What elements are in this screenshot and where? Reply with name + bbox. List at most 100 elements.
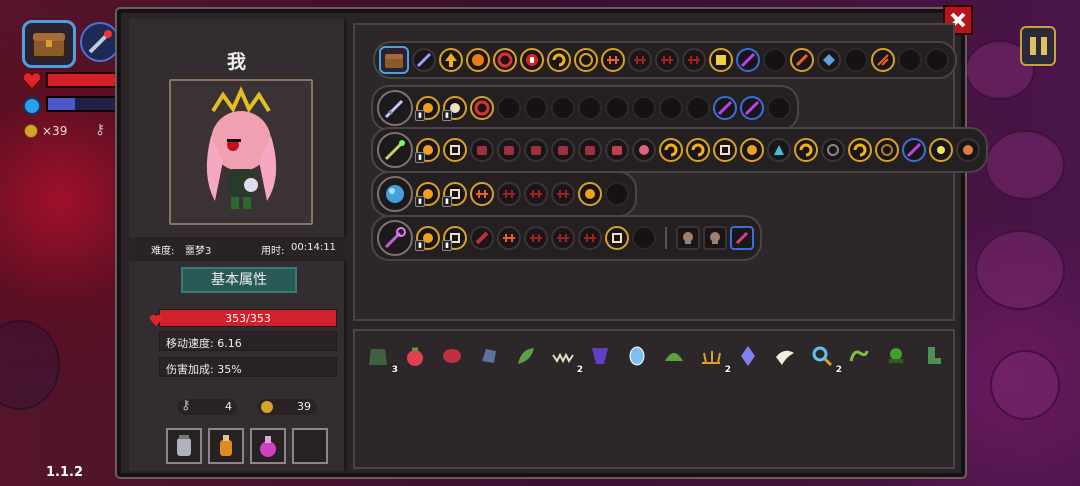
tab-basic-attributes[interactable]: 基本属性: [181, 267, 297, 293]
skill-icon[interactable]: [547, 48, 571, 72]
empty-slot[interactable]: [578, 96, 602, 120]
skill-icon[interactable]: [524, 226, 548, 250]
skill-icon[interactable]: [524, 182, 548, 206]
inventory-slot[interactable]: [250, 428, 286, 464]
skill-icon[interactable]: [524, 138, 548, 162]
item-berry-icon[interactable]: [400, 341, 430, 371]
inventory-chest-button[interactable]: [22, 20, 76, 68]
skill-icon[interactable]: [790, 48, 814, 72]
skill-icon[interactable]: [578, 182, 602, 206]
skill-icon[interactable]: ▮: [442, 226, 467, 251]
skill-icon[interactable]: [767, 138, 791, 162]
skill-icon[interactable]: [713, 96, 737, 120]
empty-slot[interactable]: [659, 96, 683, 120]
skill-icon[interactable]: [871, 48, 895, 72]
item-helmet-icon[interactable]: [659, 341, 689, 371]
skill-icon[interactable]: [551, 226, 575, 250]
skill-icon[interactable]: [817, 48, 841, 72]
empty-slot[interactable]: [632, 96, 656, 120]
skill-icon[interactable]: [470, 182, 494, 206]
skill-icon[interactable]: [682, 48, 706, 72]
empty-slot[interactable]: [898, 48, 922, 72]
skill-icon[interactable]: [730, 226, 754, 250]
skill-icon[interactable]: [574, 48, 598, 72]
skill-icon[interactable]: [902, 138, 926, 162]
skill-icon[interactable]: [605, 226, 629, 250]
skill-icon[interactable]: ▮: [415, 138, 440, 163]
skill-icon[interactable]: [736, 48, 760, 72]
skill-icon[interactable]: [740, 138, 764, 162]
skill-icon[interactable]: [632, 138, 656, 162]
skill-icon[interactable]: [821, 138, 845, 162]
skill-icon[interactable]: [470, 96, 494, 120]
empty-slot[interactable]: [524, 96, 548, 120]
skill-icon[interactable]: ▮: [442, 182, 467, 207]
chest-icon[interactable]: [379, 46, 409, 74]
skill-icon[interactable]: ▮: [415, 96, 440, 121]
skill-icon[interactable]: [551, 182, 575, 206]
skill-icon[interactable]: [659, 138, 683, 162]
skill-icon[interactable]: [497, 138, 521, 162]
item-hat-icon[interactable]: [881, 341, 911, 371]
skill-icon[interactable]: [929, 138, 953, 162]
empty-slot[interactable]: [925, 48, 949, 72]
skill-icon[interactable]: [470, 226, 494, 250]
skill-icon[interactable]: [497, 226, 521, 250]
skill-icon[interactable]: [470, 138, 494, 162]
empty-slot[interactable]: [844, 48, 868, 72]
skill-icon[interactable]: [443, 138, 467, 162]
item-teeth-icon[interactable]: 2: [548, 341, 583, 375]
empty-slot[interactable]: [763, 48, 787, 72]
empty-slot[interactable]: [605, 182, 629, 206]
item-cape-icon[interactable]: [585, 341, 615, 371]
item-cloak-icon[interactable]: 3: [363, 341, 398, 375]
skill-icon[interactable]: [466, 48, 490, 72]
skull-icon[interactable]: [676, 226, 700, 250]
item-antler-icon[interactable]: 2: [696, 341, 731, 375]
empty-slot[interactable]: [632, 226, 656, 250]
skill-icon[interactable]: [520, 48, 544, 72]
skill-icon[interactable]: ▮: [415, 226, 440, 251]
skill-icon[interactable]: [497, 182, 521, 206]
skill-icon[interactable]: [794, 138, 818, 162]
orb-weapon-icon[interactable]: [377, 176, 413, 212]
weapon-skill-icon[interactable]: [80, 22, 120, 62]
skill-icon[interactable]: [493, 48, 517, 72]
item-wing-icon[interactable]: [770, 341, 800, 371]
skill-icon[interactable]: [713, 138, 737, 162]
skill-icon[interactable]: [578, 138, 602, 162]
skill-icon[interactable]: [709, 48, 733, 72]
skill-icon[interactable]: [740, 96, 764, 120]
item-crystal-icon[interactable]: [733, 341, 763, 371]
empty-slot[interactable]: [497, 96, 521, 120]
item-meat-icon[interactable]: [437, 341, 467, 371]
skill-icon[interactable]: [605, 138, 629, 162]
empty-slot[interactable]: [767, 96, 791, 120]
staff-weapon-icon[interactable]: [377, 132, 413, 168]
skill-icon[interactable]: [439, 48, 463, 72]
sword-weapon-icon[interactable]: [377, 90, 413, 126]
skill-icon[interactable]: [412, 48, 436, 72]
inventory-slot[interactable]: [166, 428, 202, 464]
skill-icon[interactable]: [686, 138, 710, 162]
empty-slot[interactable]: [551, 96, 575, 120]
item-magnifier-icon[interactable]: 2: [807, 341, 842, 375]
item-worm-icon[interactable]: [844, 341, 874, 371]
skill-icon[interactable]: [578, 226, 602, 250]
skill-icon[interactable]: [875, 138, 899, 162]
inventory-slot[interactable]: [208, 428, 244, 464]
wand-weapon-icon[interactable]: [377, 220, 413, 256]
skill-icon[interactable]: ▮: [415, 182, 440, 207]
skill-icon[interactable]: [551, 138, 575, 162]
item-boot-icon[interactable]: [918, 341, 948, 371]
skill-icon[interactable]: [956, 138, 980, 162]
skull-icon[interactable]: [703, 226, 727, 250]
empty-slot[interactable]: [686, 96, 710, 120]
skill-icon[interactable]: [848, 138, 872, 162]
skill-icon[interactable]: ▮: [442, 96, 467, 121]
skill-icon[interactable]: [601, 48, 625, 72]
pause-button[interactable]: [1020, 26, 1056, 66]
skill-icon[interactable]: [655, 48, 679, 72]
item-mirror-icon[interactable]: [622, 341, 652, 371]
empty-slot[interactable]: [605, 96, 629, 120]
